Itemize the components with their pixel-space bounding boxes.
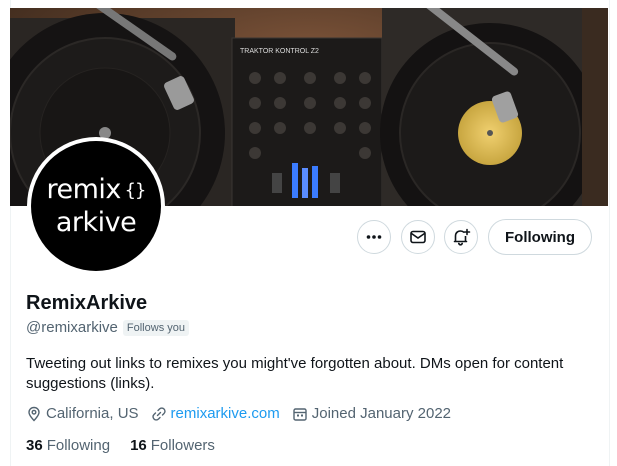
display-name: RemixArkive [26, 292, 148, 314]
avatar-logo: remix{} arkive [31, 141, 161, 271]
followers-count-link[interactable]: 16 Followers [130, 437, 215, 454]
logo-text-remix: remix [46, 173, 121, 205]
mixer-brand-text: TRAKTOR KONTROL Z2 [240, 48, 319, 55]
profile-meta: California, US remixarkive.com Joined Ja… [26, 405, 463, 422]
location-pin-icon [28, 406, 40, 421]
following-button[interactable]: Following [488, 219, 592, 255]
joined-item: Joined January 2022 [292, 405, 451, 422]
link-icon [151, 406, 166, 421]
logo-brace: {} [124, 179, 146, 201]
following-count-link[interactable]: 36 Following [26, 437, 110, 454]
bio: Tweeting out links to remixes you might'… [26, 355, 564, 392]
location-text: California, US [46, 405, 139, 422]
logo-text-arkive: arkive [55, 206, 137, 238]
mail-icon [410, 230, 426, 244]
more-button[interactable] [357, 220, 391, 254]
location-item: California, US [26, 405, 139, 422]
website-link[interactable]: remixarkive.com [171, 405, 280, 422]
notifications-button[interactable] [444, 220, 478, 254]
message-button[interactable] [401, 220, 435, 254]
more-icon [366, 235, 382, 239]
follows-you-badge: Follows you [122, 319, 189, 336]
follow-counts: 36 Following 16 Followers [26, 437, 235, 454]
followers-count: 16 [130, 437, 147, 454]
following-count: 36 [26, 437, 43, 454]
followers-label: Followers [150, 437, 215, 454]
handle: @remixarkive [26, 319, 118, 336]
avatar[interactable]: remix{} arkive [27, 137, 165, 275]
joined-text: Joined January 2022 [311, 405, 452, 422]
following-label: Following [46, 437, 111, 454]
bell-plus-icon [453, 228, 471, 246]
calendar-icon [293, 407, 307, 421]
website-item[interactable]: remixarkive.com [151, 405, 280, 422]
handle-row: @remixarkive Follows you [26, 319, 189, 336]
